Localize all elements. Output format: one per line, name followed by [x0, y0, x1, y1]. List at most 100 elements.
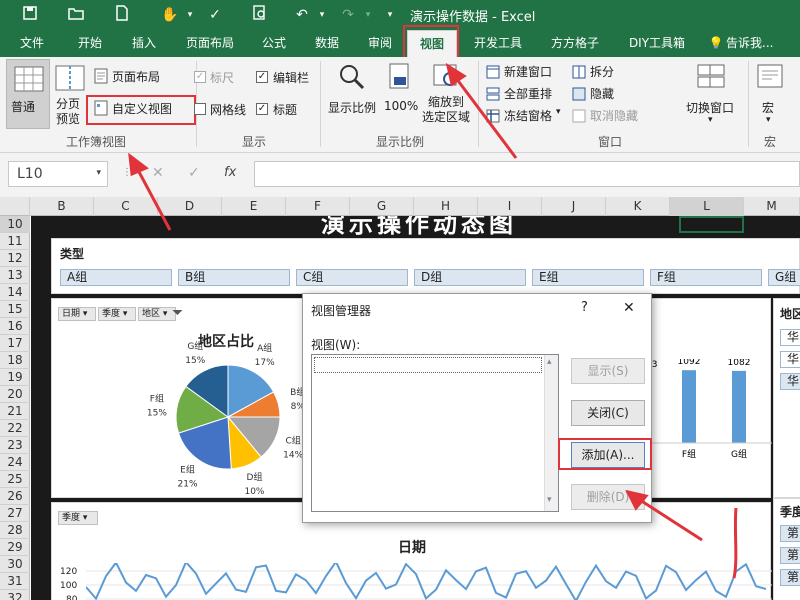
- select-all-corner[interactable]: [0, 197, 30, 216]
- page-break-preview-button[interactable]: 分页 预览: [52, 59, 88, 129]
- column-header[interactable]: E: [222, 197, 286, 216]
- arrange-all-button[interactable]: 全部重排: [486, 85, 560, 103]
- slicer-item-d[interactable]: D组: [414, 269, 526, 286]
- tab-developer[interactable]: 开发工具: [466, 30, 530, 57]
- zoom-100-button[interactable]: 100%: [382, 61, 418, 127]
- close-button[interactable]: 关闭(C): [571, 400, 645, 426]
- listbox-scrollbar[interactable]: ▴ ▾: [544, 355, 558, 511]
- row-header[interactable]: 19: [0, 369, 30, 386]
- tab-page-layout[interactable]: 页面布局: [178, 30, 242, 57]
- slicer-item-b[interactable]: B组: [178, 269, 290, 286]
- new-window-button[interactable]: 新建窗口: [486, 63, 560, 81]
- tab-home[interactable]: 开始: [68, 30, 112, 57]
- dropdown-icon[interactable]: ▾: [180, 5, 200, 25]
- tab-review[interactable]: 审阅: [358, 30, 402, 57]
- row-header[interactable]: 20: [0, 386, 30, 403]
- row-header[interactable]: 14: [0, 284, 30, 301]
- quarter-slicer-item[interactable]: 第: [780, 547, 800, 564]
- quarter-slicer-item[interactable]: 第: [780, 569, 800, 586]
- tab-fangfang[interactable]: 方方格子: [542, 30, 608, 57]
- column-header[interactable]: K: [606, 197, 670, 216]
- open-folder-icon[interactable]: [66, 5, 86, 25]
- switch-windows-button[interactable]: 切换窗口 ▾: [684, 61, 742, 127]
- slicer-item-a[interactable]: A组: [60, 269, 172, 286]
- redo-icon[interactable]: ↷: [338, 5, 358, 25]
- show-view-button[interactable]: 显示(S): [571, 358, 645, 384]
- zoom-to-selection-button[interactable]: 缩放到 选定区域: [420, 61, 474, 131]
- tab-diy-tools[interactable]: DIY工具箱: [622, 30, 692, 57]
- tab-file[interactable]: 文件: [8, 30, 56, 57]
- column-header[interactable]: C: [94, 197, 158, 216]
- tab-insert[interactable]: 插入: [122, 30, 166, 57]
- zoom-button[interactable]: 显示比例: [326, 61, 378, 127]
- help-button[interactable]: ?: [581, 300, 588, 315]
- row-header[interactable]: 10: [0, 216, 30, 233]
- unhide-button[interactable]: 取消隐藏: [572, 107, 646, 125]
- gridlines-checkbox[interactable]: [194, 103, 206, 115]
- touch-mode-icon[interactable]: ✋: [160, 5, 180, 25]
- insert-function-icon[interactable]: fx: [224, 165, 236, 180]
- split-button[interactable]: 拆分: [572, 63, 632, 81]
- macros-button[interactable]: 宏 ▾: [752, 61, 792, 127]
- column-header[interactable]: I: [478, 197, 542, 216]
- row-header[interactable]: 27: [0, 505, 30, 522]
- row-header[interactable]: 26: [0, 488, 30, 505]
- undo-icon[interactable]: ↶: [292, 5, 312, 25]
- slicer-item-e[interactable]: E组: [532, 269, 644, 286]
- scroll-down-icon[interactable]: ▾: [547, 495, 552, 505]
- column-header[interactable]: G: [350, 197, 414, 216]
- column-header[interactable]: F: [286, 197, 350, 216]
- spelling-icon[interactable]: ✓: [205, 5, 225, 25]
- tell-me-search[interactable]: 告诉我...: [726, 30, 796, 57]
- region-slicer-item[interactable]: 华: [780, 351, 800, 368]
- drag-handle-icon[interactable]: ⋮: [122, 167, 132, 178]
- column-header[interactable]: L: [670, 197, 744, 216]
- row-header[interactable]: 32: [0, 590, 30, 600]
- scroll-up-icon[interactable]: ▴: [547, 357, 552, 367]
- save-icon[interactable]: [20, 5, 40, 25]
- row-header[interactable]: 21: [0, 403, 30, 420]
- row-header[interactable]: 23: [0, 437, 30, 454]
- tab-formulas[interactable]: 公式: [252, 30, 296, 57]
- column-header[interactable]: B: [30, 197, 94, 216]
- row-header[interactable]: 28: [0, 522, 30, 539]
- row-header[interactable]: 17: [0, 335, 30, 352]
- slicer-item-g[interactable]: G组: [768, 269, 800, 286]
- views-listbox[interactable]: ▴ ▾: [311, 354, 559, 512]
- row-header[interactable]: 29: [0, 539, 30, 556]
- undo-dropdown-icon[interactable]: ▾: [312, 5, 332, 25]
- row-header[interactable]: 22: [0, 420, 30, 437]
- row-header[interactable]: 30: [0, 556, 30, 573]
- close-icon[interactable]: ✕: [623, 300, 635, 316]
- name-box[interactable]: L10 ▾: [8, 161, 108, 187]
- region-slicer-item[interactable]: 华: [780, 373, 800, 390]
- row-header[interactable]: 15: [0, 301, 30, 318]
- formula-input[interactable]: [254, 161, 800, 187]
- hide-button[interactable]: 隐藏: [572, 85, 632, 103]
- ruler-checkbox[interactable]: ✓: [194, 71, 206, 83]
- slicer-item-c[interactable]: C组: [296, 269, 408, 286]
- cancel-icon[interactable]: ✕: [152, 165, 164, 181]
- quarter-slicer-item[interactable]: 第: [780, 525, 800, 542]
- row-header[interactable]: 24: [0, 454, 30, 471]
- customize-toolbar-icon[interactable]: ▾: [380, 5, 400, 25]
- new-file-icon[interactable]: [112, 5, 132, 25]
- row-header[interactable]: 11: [0, 233, 30, 250]
- headings-checkbox[interactable]: ✓: [256, 103, 268, 115]
- row-header[interactable]: 16: [0, 318, 30, 335]
- row-header[interactable]: 13: [0, 267, 30, 284]
- list-focus-item[interactable]: [314, 357, 542, 373]
- column-header[interactable]: J: [542, 197, 606, 216]
- row-header[interactable]: 18: [0, 352, 30, 369]
- freeze-panes-button[interactable]: 冻结窗格 ▾: [486, 107, 564, 125]
- column-header[interactable]: H: [414, 197, 478, 216]
- region-slicer-item[interactable]: 华: [780, 329, 800, 346]
- print-preview-icon[interactable]: [250, 5, 270, 25]
- column-header[interactable]: M: [744, 197, 800, 216]
- tab-data[interactable]: 数据: [305, 30, 349, 57]
- redo-dropdown-icon[interactable]: ▾: [358, 5, 378, 25]
- column-header[interactable]: D: [158, 197, 222, 216]
- slicer-item-f[interactable]: F组: [650, 269, 762, 286]
- page-layout-view-button[interactable]: 页面布局: [94, 67, 174, 85]
- delete-view-button[interactable]: 删除(D): [571, 484, 645, 510]
